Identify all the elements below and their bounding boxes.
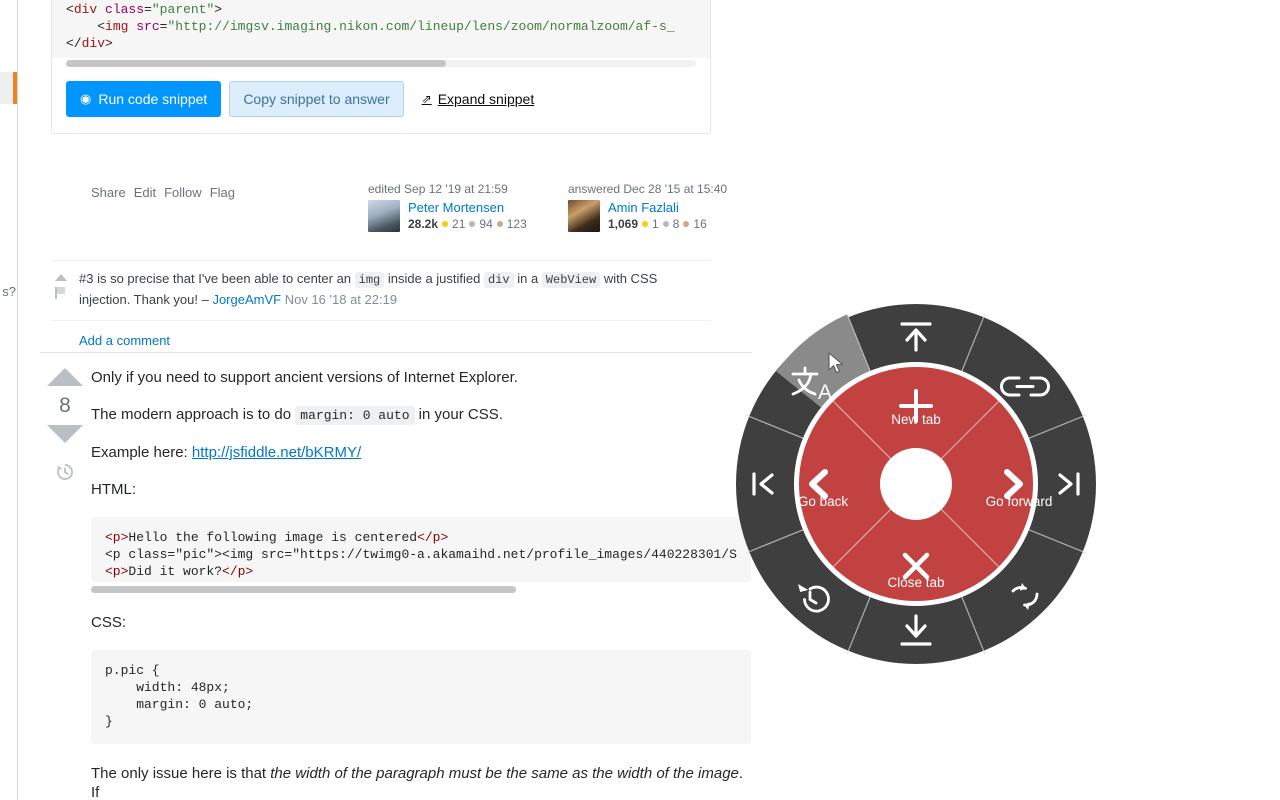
answer-p3-text: Example here: [91,444,192,461]
comment-part-3: in a [514,271,542,286]
snippet-code: <div class="parent"> <img src="http://im… [52,0,710,58]
pie-center-hub[interactable] [880,448,952,520]
comment-part-2: inside a justified [384,271,484,286]
flag-link[interactable]: Flag [210,185,235,200]
external-link-icon: ⇗ [422,92,432,106]
html-code-block: <p>Hello the following image is centered… [91,517,751,582]
comment-text: #3 is so precise that I've been able to … [79,269,711,310]
jsfiddle-link[interactable]: http://jsfiddle.net/bKRMY/ [192,444,361,461]
screen: s? <div class="parent"> <img src="http:/… [0,0,1280,800]
run-code-snippet-button[interactable]: ◉ Run code snippet [66,81,221,117]
upvote-button[interactable] [47,368,83,386]
avatar[interactable] [368,200,400,232]
scrollbar-thumb[interactable] [91,586,516,593]
comment-date: Nov 16 '18 at 22:19 [285,292,397,307]
mouse-pointer-icon [828,352,846,376]
html-l1-open: <p> [105,530,128,545]
bronze-badge-icon [683,221,689,227]
silver-badge-icon [663,221,669,227]
comment-part-1: #3 is so precise that I've been able to … [79,271,355,286]
comment-gutter [51,269,79,310]
edit-timestamp[interactable]: edited Sep 12 '19 at 21:59 [368,182,568,196]
translate-letter: A [818,381,832,404]
html-l1-close: </p> [417,530,448,545]
answer-inline-code-margin: margin: 0 auto [295,406,414,425]
comment-code-webview: WebView [542,272,600,288]
avatar[interactable] [568,200,600,232]
html-code-scrollbar[interactable] [91,586,516,593]
answer-divider [40,352,752,353]
run-button-label: Run code snippet [98,91,207,107]
share-link[interactable]: Share [91,185,126,200]
html-l2: <p class="pic"><img src="https://twimg0-… [105,547,737,562]
answer-timestamp: answered Dec 28 '15 at 15:40 [568,182,768,196]
code-snippet-box: <div class="parent"> <img src="http://im… [51,0,711,134]
post-menu: Share Edit Follow Flag [91,185,235,200]
scrollbar-thumb[interactable] [66,60,446,67]
add-comment-link[interactable]: Add a comment [51,321,711,348]
snippet-horizontal-scrollbar[interactable] [66,60,696,67]
comment-upvote-icon[interactable] [55,274,67,281]
comment-author-link[interactable]: JorgeAmVF [212,292,281,307]
html-label: HTML: [91,480,751,499]
downvote-button[interactable] [47,425,83,443]
answerer-bronze-count: 16 [693,217,706,231]
answer-p2-text-a: The modern approach is to do [91,406,295,423]
vote-score: 8 [42,394,88,418]
closing-text-a: The only issue here is that [91,765,270,782]
expand-snippet-link[interactable]: ⇗ Expand snippet [422,91,535,107]
html-l3-open: <p> [105,564,128,579]
answer-paragraph-1: Only if you need to support ancient vers… [91,368,751,387]
html-l3-text: Did it work? [128,564,222,579]
expand-snippet-label: Expand snippet [438,91,535,107]
answerer-reputation: 1,069 [608,217,638,231]
editor-reputation-row: 28.2k 21 94 123 [408,217,527,231]
gold-badge-icon [442,221,448,227]
post-meta-row: Share Edit Follow Flag edited Sep 12 '19… [51,182,711,242]
editor-silver-count: 94 [479,217,492,231]
comment-code-img: img [355,272,385,288]
html-l3-close: </p> [222,564,253,579]
silver-badge-icon [469,221,475,227]
editor-bronze-count: 123 [507,217,527,231]
left-sidebar [0,0,18,800]
comment-flag-icon[interactable] [55,287,65,299]
edit-link[interactable]: Edit [134,185,156,200]
gold-badge-icon [642,221,648,227]
sidebar-clipped-text: s? [0,284,16,299]
radial-pie-menu[interactable]: A New tab Go forward Close tab Go back [735,300,1097,668]
vote-cell: 8 [42,368,88,483]
snippet-action-bar: ◉ Run code snippet Copy snippet to answe… [52,77,710,133]
editor-user-card: edited Sep 12 '19 at 21:59 Peter Mortens… [368,182,568,232]
answer-paragraph-2: The modern approach is to do margin: 0 a… [91,405,751,425]
editor-gold-count: 21 [452,217,465,231]
post-history-button[interactable] [42,461,88,483]
answer-body: Only if you need to support ancient vers… [91,368,751,800]
answerer-silver-count: 8 [673,217,680,231]
answerer-gold-count: 1 [652,217,659,231]
answer-p2-text-b: in your CSS. [415,406,503,423]
play-circle-icon: ◉ [80,91,91,107]
closing-italic: the width of the paragraph must be the s… [270,765,739,782]
answerer-user-card: answered Dec 28 '15 at 15:40 Amin Fazlal… [568,182,768,232]
answerer-reputation-row: 1,069 1 8 16 [608,217,707,231]
comment-row: #3 is so precise that I've been able to … [51,261,711,321]
sidebar-divider [17,0,18,800]
answer-paragraph-3: Example here: http://jsfiddle.net/bKRMY/ [91,443,751,462]
follow-link[interactable]: Follow [164,185,202,200]
editor-username[interactable]: Peter Mortensen [408,200,527,215]
comments-section: #3 is so precise that I've been able to … [51,260,711,348]
answerer-username[interactable]: Amin Fazlali [608,200,707,215]
bronze-badge-icon [497,221,503,227]
copy-snippet-button[interactable]: Copy snippet to answer [229,81,403,117]
answer-closing-paragraph: The only issue here is that the width of… [91,764,751,800]
comment-code-div: div [484,272,514,288]
css-code-block: p.pic { width: 48px; margin: 0 auto; } [91,650,751,744]
css-label: CSS: [91,613,751,632]
editor-reputation: 28.2k [408,217,438,231]
html-l1-text: Hello the following image is centered [128,530,417,545]
history-clock-icon [54,461,76,483]
html-code-wrapper: <p>Hello the following image is centered… [91,517,751,593]
